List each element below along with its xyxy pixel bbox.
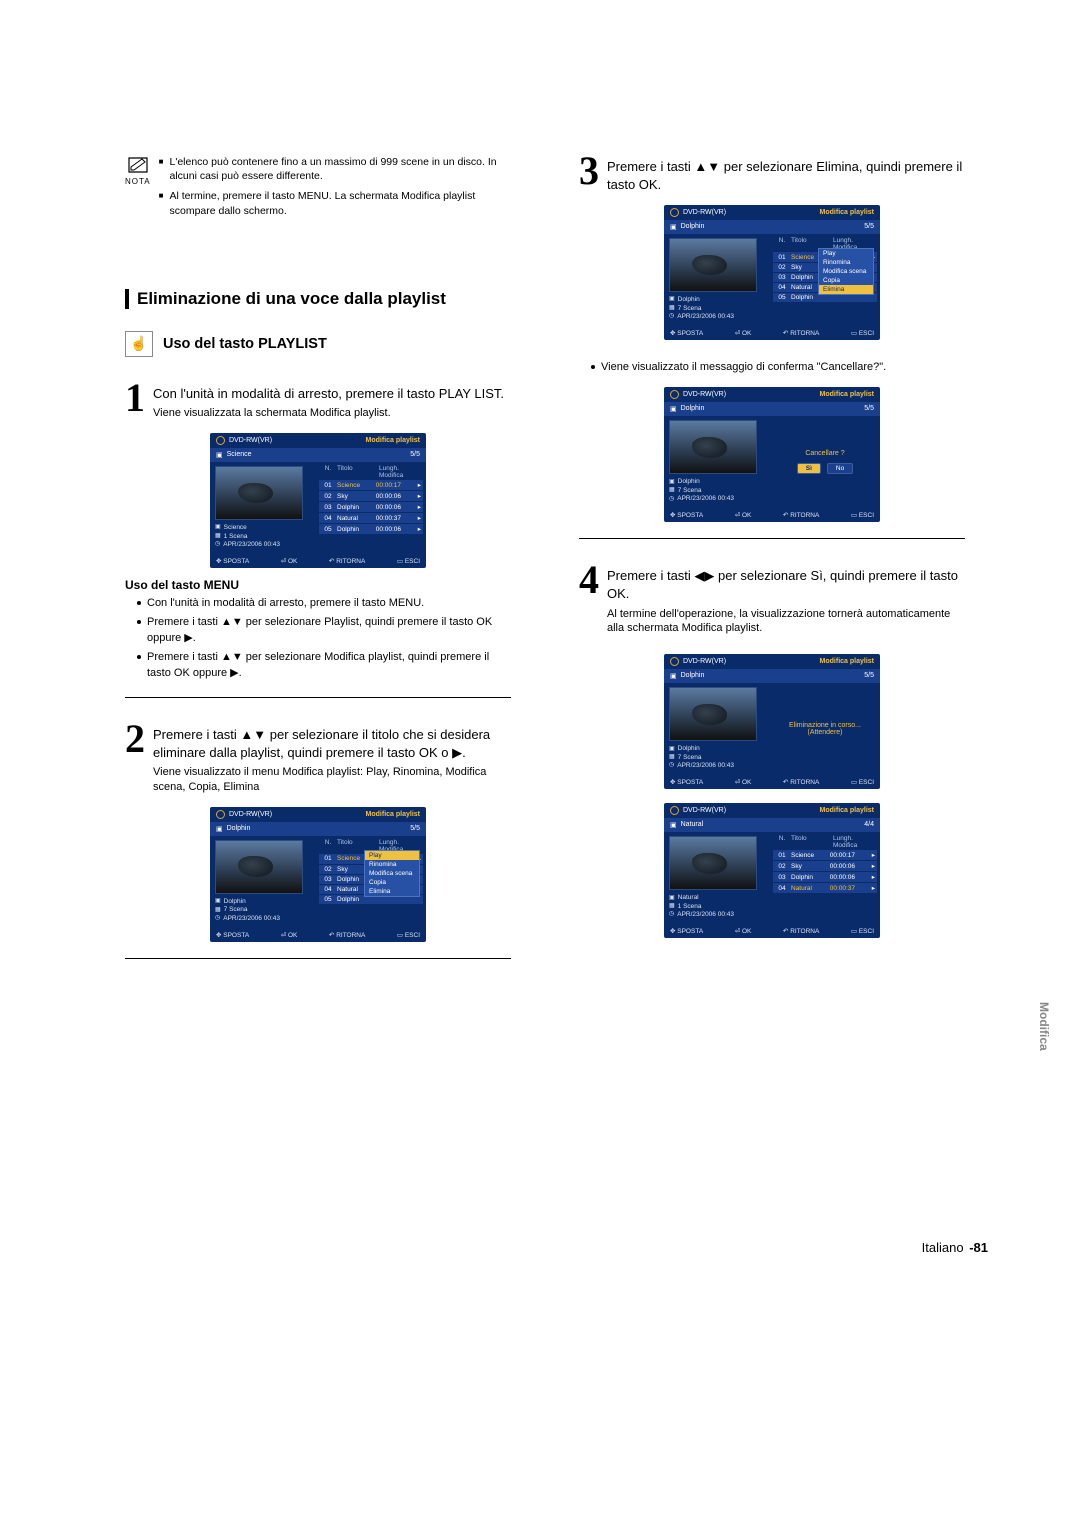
step-1: 1 Con l'unità in modalità di arresto, pr… bbox=[125, 382, 511, 421]
ctx-delete[interactable]: Elimina bbox=[365, 887, 419, 896]
step-number: 1 bbox=[125, 382, 145, 414]
list-item: Premere i tasti ▲▼ per selezionare Modif… bbox=[137, 650, 511, 681]
step-number: 4 bbox=[579, 564, 599, 596]
disc-icon bbox=[216, 436, 225, 445]
ctx-delete[interactable]: Elimina bbox=[819, 285, 873, 294]
context-menu[interactable]: Play Rinomina Modifica scena Copia Elimi… bbox=[818, 248, 874, 295]
wait-text: (Attendere) bbox=[807, 729, 842, 736]
screenshot-deleting: DVD-RW(VR) Modifica playlist ▣Dolphin 5/… bbox=[664, 654, 880, 789]
step-text: Premere i tasti ◀▶ per selezionare Sì, q… bbox=[607, 568, 958, 601]
step-subtext: Al termine dell'operazione, la visualizz… bbox=[607, 607, 965, 637]
footer-language: Italiano bbox=[922, 1240, 964, 1255]
divider bbox=[579, 538, 965, 539]
thumbnail bbox=[215, 466, 303, 520]
note-item: Al termine, premere il tasto MENU. La sc… bbox=[169, 189, 511, 217]
page-counter: 5/5 bbox=[410, 451, 420, 459]
pencil-note-icon bbox=[126, 155, 150, 175]
ctx-edit-scene[interactable]: Modifica scena bbox=[365, 869, 419, 878]
screenshot-confirm: DVD-RW(VR) Modifica playlist ▣Dolphin 5/… bbox=[664, 387, 880, 522]
context-menu[interactable]: Play Rinomina Modifica scena Copia Elimi… bbox=[364, 850, 420, 897]
step-text: Con l'unità in modalità di arresto, prem… bbox=[153, 386, 504, 401]
screenshot-playlist-after: DVD-RW(VR) Modifica playlist ▣Natural 4/… bbox=[664, 803, 880, 938]
ctx-play[interactable]: Play bbox=[365, 851, 419, 860]
table-row[interactable]: 02Sky00:00:06▸ bbox=[773, 861, 877, 871]
yes-button[interactable]: Sì bbox=[797, 463, 821, 474]
step-subtext: Viene visualizzato il menu Modifica play… bbox=[153, 765, 511, 795]
screenshot-playlist-1: DVD-RW(VR) Modifica playlist ▣ Science 5… bbox=[210, 433, 426, 568]
hand-icon: ☝ bbox=[125, 331, 153, 357]
disc-icon bbox=[216, 810, 225, 819]
footer-page: -81 bbox=[969, 1240, 988, 1255]
table-row[interactable]: 01Science00:00:17▸ bbox=[319, 480, 423, 490]
thumbnail bbox=[215, 840, 303, 894]
step-4: 4 Premere i tasti ◀▶ per selezionare Sì,… bbox=[579, 564, 965, 636]
step-3: 3 Premere i tasti ▲▼ per selezionare Eli… bbox=[579, 155, 965, 193]
table-row[interactable]: 05Dolphin00:00:06▸ bbox=[319, 524, 423, 534]
confirm-text: Cancellare ? bbox=[805, 450, 844, 457]
item-info: ▣Science ▦1 Scena ◷APR/23/2006 00:43 bbox=[215, 524, 311, 549]
step-text: Premere i tasti ▲▼ per selezionare il ti… bbox=[153, 727, 490, 760]
breadcrumb-name: Science bbox=[227, 451, 252, 459]
page-footer: Italiano -81 bbox=[922, 1240, 988, 1255]
divider bbox=[125, 697, 511, 698]
step-text: Premere i tasti ▲▼ per selezionare Elimi… bbox=[607, 159, 962, 192]
no-button[interactable]: No bbox=[827, 463, 853, 474]
screen-footer: ✥ SPOSTA ⏎ OK ↶ RITORNA ▭ ESCI bbox=[210, 554, 426, 568]
note-icon: NOTA bbox=[125, 155, 151, 188]
step-number: 3 bbox=[579, 155, 599, 187]
folder-icon: ▣ bbox=[216, 451, 223, 459]
screen-title: Modifica playlist bbox=[366, 437, 420, 444]
sidebar-section-label: Modifica bbox=[1037, 1002, 1051, 1051]
disc-label: DVD-RW(VR) bbox=[229, 437, 272, 444]
col-title: Titolo bbox=[335, 465, 379, 479]
divider bbox=[125, 958, 511, 959]
list-item: Viene visualizzato il messaggio di confe… bbox=[591, 360, 965, 375]
table-row[interactable]: 01Science00:00:17▸ bbox=[773, 850, 877, 860]
menu-subheading: Uso del tasto MENU bbox=[125, 578, 511, 592]
table-row[interactable]: 04Natural00:00:37▸ bbox=[319, 513, 423, 523]
confirm-dialog: Cancellare ? Sì No bbox=[770, 416, 880, 508]
note-item: L'elenco può contenere fino a un massimo… bbox=[169, 155, 511, 183]
screenshot-playlist-3: DVD-RW(VR) Modifica playlist ▣Dolphin 5/… bbox=[664, 205, 880, 340]
list-item: Premere i tasti ▲▼ per selezionare Playl… bbox=[137, 615, 511, 646]
note-label: NOTA bbox=[125, 177, 151, 188]
step-2: 2 Premere i tasti ▲▼ per selezionare il … bbox=[125, 723, 511, 795]
table-row[interactable]: 02Sky00:00:06▸ bbox=[319, 491, 423, 501]
note-block: NOTA ■L'elenco può contenere fino a un m… bbox=[125, 155, 511, 224]
step-number: 2 bbox=[125, 723, 145, 755]
section-title: Eliminazione di una voce dalla playlist bbox=[125, 289, 446, 309]
table-row[interactable]: 03Dolphin00:00:06▸ bbox=[319, 502, 423, 512]
menu-bullet-list: Con l'unità in modalità di arresto, prem… bbox=[137, 596, 511, 681]
ctx-rename[interactable]: Rinomina bbox=[365, 860, 419, 869]
table-row[interactable]: 03Dolphin00:00:06▸ bbox=[773, 872, 877, 882]
col-length: Lungh. Modifica bbox=[379, 465, 421, 479]
subsection-title: Uso del tasto PLAYLIST bbox=[163, 336, 327, 352]
list-item: Con l'unità in modalità di arresto, prem… bbox=[137, 596, 511, 611]
ctx-copy[interactable]: Copia bbox=[365, 878, 419, 887]
deleting-text: Eliminazione in corso... bbox=[789, 722, 861, 729]
confirm-bullet: Viene visualizzato il messaggio di confe… bbox=[591, 360, 965, 375]
table-row[interactable]: 04Natural00:00:37▸ bbox=[773, 883, 877, 893]
progress-dialog: Eliminazione in corso... (Attendere) bbox=[770, 683, 880, 775]
step-subtext: Viene visualizzata la schermata Modifica… bbox=[153, 406, 504, 421]
col-number: N. bbox=[321, 465, 335, 479]
screenshot-playlist-2: DVD-RW(VR) Modifica playlist ▣ Dolphin 5… bbox=[210, 807, 426, 942]
